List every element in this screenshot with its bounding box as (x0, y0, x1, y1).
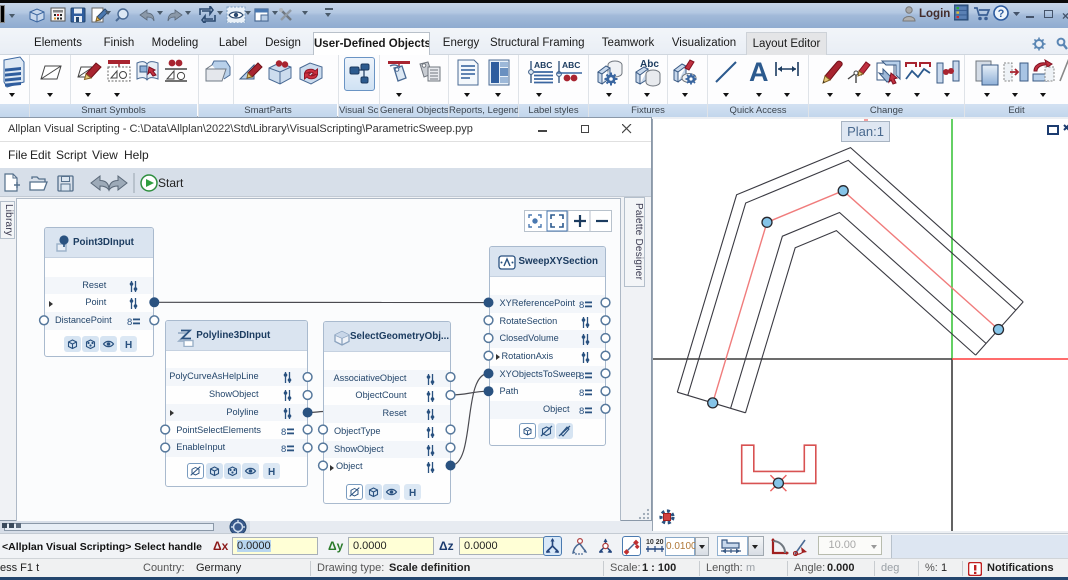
svg-text:10 20: 10 20 (646, 539, 664, 546)
svg-text:ABC: ABC (562, 60, 580, 70)
svg-text:ABC: ABC (534, 60, 552, 70)
svg-text:?: ? (998, 8, 1005, 20)
